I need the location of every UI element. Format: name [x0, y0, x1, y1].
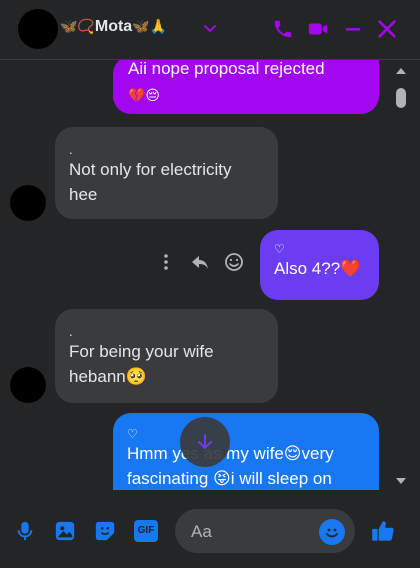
react-emoji-icon[interactable]: [224, 252, 244, 272]
message-outgoing[interactable]: ♡ Also 4??❤️: [260, 230, 379, 300]
phone-icon[interactable]: [272, 18, 294, 40]
emoji-icon[interactable]: [319, 519, 345, 545]
contact-name[interactable]: 🦋📿Mota🦋🙏: [60, 18, 167, 36]
smile-face-icon: [326, 528, 338, 538]
title-prefix-emoji: 🦋📿: [60, 18, 95, 34]
message-marker: ♡: [127, 427, 138, 441]
message-text: Aii nope proposal rejected: [128, 60, 325, 78]
message-input[interactable]: Aa: [175, 509, 355, 553]
reply-icon[interactable]: [190, 252, 210, 272]
message-list[interactable]: Aii nope proposal rejected 💔😔 . Not only…: [0, 60, 420, 490]
message-line: Also 4??❤️: [274, 259, 362, 278]
mic-icon[interactable]: [14, 520, 36, 542]
chevron-down-icon[interactable]: [202, 20, 218, 36]
minimize-icon[interactable]: [342, 18, 364, 40]
sticker-icon[interactable]: [94, 520, 116, 542]
message-line: fascinating 😝i will sleep on: [127, 469, 332, 488]
arrow-down-icon: [198, 434, 212, 449]
message-marker: .: [69, 142, 73, 157]
message-outgoing[interactable]: ♡ Hmm yes as my wife😌very fascinating 😝i…: [113, 413, 379, 490]
message-line: Hmm yes as my wife😌very: [127, 444, 334, 463]
image-icon[interactable]: [54, 520, 76, 542]
sender-avatar[interactable]: [10, 367, 46, 403]
thumbs-up-icon[interactable]: [370, 518, 396, 544]
message-incoming[interactable]: . Not only for electricity hee: [55, 127, 278, 219]
chat-header: 🦋📿Mota🦋🙏: [0, 0, 420, 60]
sender-avatar[interactable]: [10, 185, 46, 221]
scroll-up-arrow[interactable]: [396, 68, 406, 74]
title-suffix-emoji: 🦋🙏: [132, 18, 168, 34]
message-line: Not only for electricity: [69, 160, 232, 179]
close-icon[interactable]: [376, 18, 398, 40]
message-line: hee: [69, 185, 98, 204]
video-icon[interactable]: [306, 18, 330, 40]
contact-avatar[interactable]: [18, 9, 58, 49]
message-composer: GIF Aa: [0, 490, 420, 568]
contact-name-text: Mota: [94, 18, 133, 35]
message-outgoing[interactable]: Aii nope proposal rejected 💔😔: [113, 60, 379, 114]
scroll-down-arrow[interactable]: [396, 478, 406, 484]
message-marker: ♡: [274, 242, 285, 256]
message-marker: .: [69, 324, 73, 339]
message-emoji: 💔😔: [128, 87, 161, 103]
message-line: hebann🥺: [69, 367, 147, 386]
scroll-to-bottom-button[interactable]: [180, 417, 230, 467]
message-incoming[interactable]: . For being your wife hebann🥺: [55, 309, 278, 403]
gif-icon[interactable]: GIF: [134, 520, 158, 542]
gif-label: GIF: [137, 525, 155, 536]
message-input-placeholder: Aa: [191, 522, 212, 541]
scrollbar-thumb[interactable]: [396, 88, 406, 108]
message-line: For being your wife: [69, 342, 214, 361]
more-options-icon[interactable]: [156, 252, 176, 272]
